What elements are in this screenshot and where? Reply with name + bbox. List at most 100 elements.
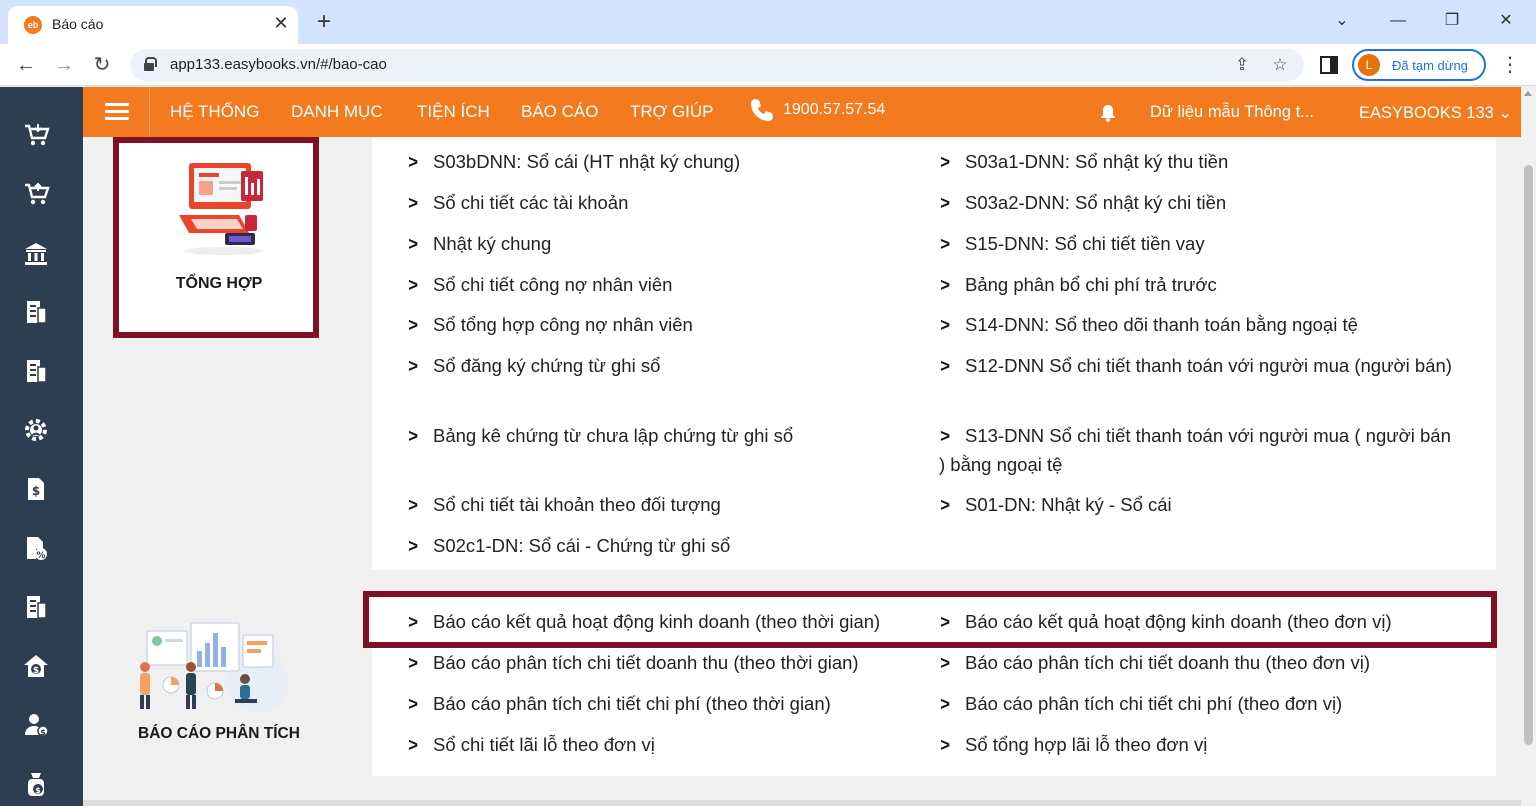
chevron-right-icon: > [408, 535, 419, 556]
chevron-right-icon: > [408, 494, 419, 515]
chevron-right-icon: > [940, 233, 951, 254]
report-link[interactable]: > S01-DN: Nhật ký - Sổ cái [939, 490, 1171, 519]
chevron-right-icon: > [408, 425, 419, 446]
tab-title: Báo cáo [52, 16, 104, 32]
back-arrow-icon[interactable]: ← [12, 52, 40, 80]
scroll-thumb[interactable] [1524, 165, 1533, 745]
tax-document-icon[interactable]: $ [22, 475, 50, 503]
nav-tro-giup[interactable]: TRỢ GIÚP [630, 102, 714, 122]
report-link[interactable]: > Sổ chi tiết các tài khoản [407, 188, 628, 217]
report-link[interactable]: > S03bDNN: Sổ cái (HT nhật ký chung) [407, 147, 740, 176]
svg-text:$: $ [33, 666, 39, 676]
document-percent-icon[interactable]: % [22, 534, 50, 562]
new-tab-icon[interactable]: + [310, 9, 338, 37]
report-link[interactable]: > Sổ chi tiết công nợ nhân viên [407, 270, 672, 299]
cart-upload-icon[interactable] [22, 180, 50, 208]
side-panel-icon[interactable] [1320, 56, 1338, 74]
address-bar[interactable]: app133.easybooks.vn/#/bao-cao ⇪ ☆ [130, 49, 1304, 81]
chevron-right-icon: > [940, 274, 951, 295]
report-link[interactable]: > S13-DNN Sổ chi tiết thanh toán với ngườ… [939, 421, 1459, 479]
profile-status: Đã tạm dừng [1392, 58, 1468, 73]
top-navigation: HỆ THỐNG DANH MỤC TIỆN ÍCH BÁO CÁO TRỢ G… [83, 87, 1521, 137]
report-link[interactable]: > Bảng kê chứng từ chưa lập chứng từ ghi … [407, 421, 793, 450]
analysis-report-link[interactable]: > Báo cáo phân tích chi tiết chi phí (the… [407, 689, 830, 718]
svg-text:$: $ [40, 728, 46, 737]
home-money-icon[interactable]: $ [22, 652, 50, 680]
nav-danh-muc[interactable]: DANH MỤC [291, 102, 383, 122]
analysis-report-link[interactable]: > Báo cáo phân tích chi tiết doanh thu (t… [407, 648, 858, 677]
easybooks-favicon-icon: eb [24, 16, 42, 34]
cart-download-icon[interactable] [22, 121, 50, 149]
analysis-report-link[interactable]: > Báo cáo phân tích chi tiết doanh thu (t… [939, 648, 1370, 677]
report-link[interactable]: > S02c1-DN: Sổ cái - Chứng từ ghi sổ [407, 531, 730, 560]
report-link[interactable]: > Bảng phân bổ chi phí trả trước [939, 270, 1217, 299]
chevron-right-icon: > [940, 192, 951, 213]
browser-menu-icon[interactable]: ⋮ [1496, 52, 1524, 80]
nav-divider [149, 87, 150, 137]
restore-icon[interactable]: ❐ [1432, 8, 1472, 34]
hamburger-menu-icon[interactable] [105, 103, 129, 121]
page-scrollbar[interactable] [1521, 87, 1536, 806]
report-link[interactable]: > S15-DNN: Sổ chi tiết tiền vay [939, 229, 1204, 258]
nav-he-thong[interactable]: HỆ THỐNG [170, 102, 259, 122]
gear-settings-icon[interactable] [22, 416, 50, 444]
analysis-report-link[interactable]: > Báo cáo phân tích chi tiết chi phí (the… [939, 689, 1342, 718]
report-link[interactable]: > Sổ tổng hợp công nợ nhân viên [407, 310, 693, 339]
minimize-icon[interactable]: — [1378, 8, 1418, 34]
analysis-report-link[interactable]: > Báo cáo kết quả hoạt động kinh doanh (t… [407, 607, 880, 636]
browser-tab[interactable]: eb Báo cáo ✕ [8, 6, 298, 44]
chevron-right-icon: > [940, 652, 951, 673]
invoice-icon[interactable] [22, 298, 50, 326]
report-link[interactable]: > Sổ chi tiết tài khoản theo đối tượng [407, 490, 721, 519]
money-bag-icon[interactable]: $ [22, 770, 50, 798]
url-text[interactable]: app133.easybooks.vn/#/bao-cao [170, 56, 387, 73]
report-link[interactable]: > Nhật ký chung [407, 229, 551, 258]
chevron-right-icon: > [940, 611, 951, 632]
company-selector[interactable]: EASYBOOKS 133 ⌄ [1359, 103, 1512, 123]
hotline-number[interactable]: 1900.57.57.54 [783, 101, 885, 119]
report-link[interactable]: > Sổ đăng ký chứng từ ghi sổ [407, 351, 660, 380]
bank-icon[interactable] [22, 239, 50, 267]
analysis-report-link[interactable]: > Sổ chi tiết lãi lỗ theo đơn vị [407, 730, 655, 759]
report-link[interactable]: > S03a2-DNN: Sổ nhật ký chi tiền [939, 188, 1226, 217]
chevron-right-icon: > [940, 151, 951, 172]
nav-tien-ich[interactable]: TIỆN ÍCH [417, 102, 490, 122]
svg-text:$: $ [32, 484, 40, 498]
building-report-icon[interactable] [22, 593, 50, 621]
chevron-right-icon: > [408, 355, 419, 376]
report-link[interactable]: > S12-DNN Sổ chi tiết thanh toán với ngườ… [939, 351, 1459, 380]
lock-icon[interactable] [144, 57, 157, 71]
chevron-right-icon: > [408, 652, 419, 673]
analysis-report-link[interactable]: > Báo cáo kết quả hoạt động kinh doanh (t… [939, 607, 1391, 636]
analysis-report-link[interactable]: > Sổ tổng hợp lãi lỗ theo đơn vị [939, 730, 1207, 759]
report-link[interactable]: > S14-DNN: Sổ theo dõi thanh toán bằng ng… [939, 310, 1358, 339]
bookmark-star-icon[interactable]: ☆ [1268, 53, 1292, 77]
close-tab-icon[interactable]: ✕ [270, 12, 292, 34]
chevron-right-icon: > [408, 233, 419, 254]
tab-search-chevron-icon[interactable]: ⌄ [1322, 8, 1362, 34]
report-content: TỔNG HỢP > S03bDNN: Sổ cái (HT nhật ký ch… [83, 137, 1521, 806]
invoice-2-icon[interactable] [22, 357, 50, 385]
report-link[interactable]: > S03a1-DNN: Sổ nhật ký thu tiền [939, 147, 1228, 176]
dataset-selector[interactable]: Dữ liệu mẫu Thông t... [1150, 103, 1314, 122]
analysis-illustration-icon [140, 622, 289, 711]
browser-toolbar: ← → ↻ app133.easybooks.vn/#/bao-cao ⇪ ☆ … [0, 44, 1536, 86]
reload-icon[interactable]: ↻ [88, 52, 116, 80]
chevron-right-icon: > [408, 693, 419, 714]
phone-icon [749, 97, 775, 123]
forward-arrow-icon[interactable]: → [50, 52, 78, 80]
profile-button[interactable]: L Đã tạm dừng [1352, 49, 1486, 81]
chevron-right-icon: > [940, 314, 951, 335]
bell-icon[interactable] [1099, 104, 1117, 122]
chevron-right-icon: > [408, 151, 419, 172]
chevron-right-icon: > [408, 274, 419, 295]
category-analysis[interactable]: BÁO CÁO PHÂN TÍCH [119, 607, 319, 757]
share-icon[interactable]: ⇪ [1230, 53, 1254, 77]
user-money-icon[interactable]: $ [22, 711, 50, 739]
scroll-up-icon[interactable] [1524, 91, 1532, 96]
chevron-right-icon: > [408, 734, 419, 755]
nav-bao-cao[interactable]: BÁO CÁO [521, 102, 598, 122]
left-sidebar: $ % $ $ $ [0, 87, 83, 806]
window-close-icon[interactable]: ✕ [1486, 8, 1526, 34]
svg-text:%: % [36, 551, 45, 561]
